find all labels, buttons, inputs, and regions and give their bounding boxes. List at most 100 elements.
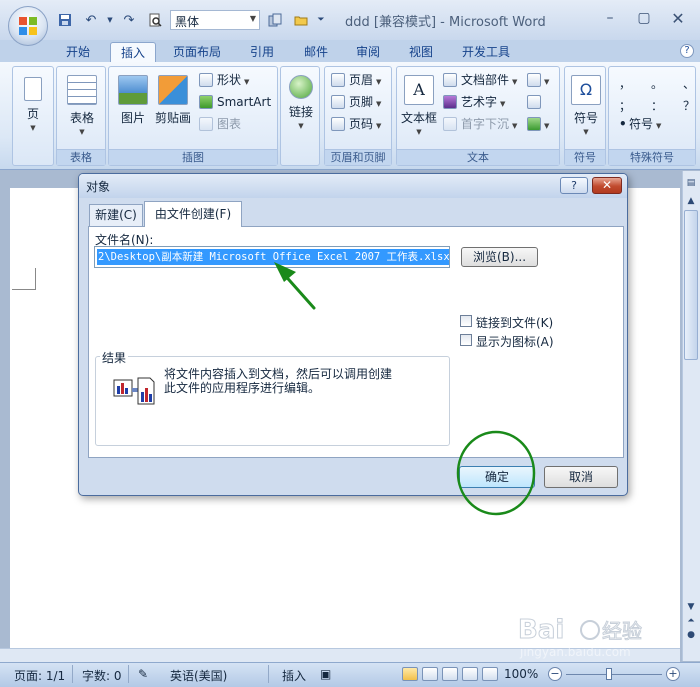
filename-input[interactable]: 2\Desktop\副本新建 Microsoft Office Excel 20… <box>94 246 450 268</box>
customize-qat-icon[interactable]: ⏷ <box>316 10 326 30</box>
chart-button[interactable]: 图表 <box>197 115 241 133</box>
dropcap-button[interactable]: 首字下沉 ▼ <box>441 115 517 133</box>
smartart-button[interactable]: SmartArt <box>197 93 271 111</box>
symbol-semicolon[interactable]: ； <box>619 97 631 114</box>
dropdown-arrow-icon[interactable]: ▼ <box>106 10 114 30</box>
zoom-out-icon[interactable]: − <box>548 667 562 681</box>
zoom-slider-track[interactable] <box>566 674 662 675</box>
header-button-label: 页眉 <box>349 73 374 87</box>
tab-references[interactable]: 引用 <box>240 42 284 62</box>
symbol-colon[interactable]: ： <box>651 97 663 114</box>
undo-icon[interactable]: ↶ <box>80 10 102 30</box>
datetime-button[interactable] <box>525 93 541 111</box>
status-words[interactable]: 字数: 0 <box>82 667 122 684</box>
dialog-help-button[interactable]: ? <box>560 177 588 194</box>
display-as-icon-checkbox[interactable] <box>460 334 472 346</box>
tab-review[interactable]: 审阅 <box>346 42 390 62</box>
open-folder-icon[interactable] <box>290 10 312 30</box>
object-button[interactable]: ▼ <box>525 115 549 133</box>
bullet-icon: • <box>619 117 627 131</box>
group-label-text: 文本 <box>397 149 559 165</box>
ruler-toggle-icon[interactable]: ▤ <box>684 176 698 190</box>
picture-icon <box>118 75 148 105</box>
vertical-scroll-thumb[interactable] <box>684 210 698 360</box>
minimize-icon[interactable]: – <box>598 8 622 28</box>
display-as-icon-label[interactable]: 显示为图标(A) <box>476 333 554 350</box>
page-number-button[interactable]: 页码 ▼ <box>329 115 381 133</box>
status-language[interactable]: 英语(美国) <box>170 667 227 684</box>
pages-button[interactable]: 页 ▼ <box>17 77 49 132</box>
tab-mailings[interactable]: 邮件 <box>294 42 338 62</box>
help-icon[interactable]: ? <box>680 44 694 58</box>
chevron-down-icon: ▼ <box>30 124 36 132</box>
chevron-down-icon: ▼ <box>512 78 518 86</box>
more-symbols-button[interactable]: • 符号 ▼ <box>619 115 661 133</box>
redo-icon[interactable]: ↷ <box>118 10 140 30</box>
maximize-icon[interactable]: ▢ <box>632 8 656 28</box>
symbol-period[interactable]: 。 <box>651 75 663 92</box>
tab-developer[interactable]: 开发工具 <box>452 42 520 62</box>
chevron-down-icon: ▼ <box>583 128 589 136</box>
window-controls: – ▢ ✕ <box>598 8 690 28</box>
links-button[interactable]: 链接 ▼ <box>283 75 319 130</box>
links-button-label: 链接 <box>288 105 313 119</box>
special-symbols-row2: ； ： ？ <box>619 97 695 114</box>
close-icon[interactable]: ✕ <box>666 8 690 28</box>
margin-corner-mark <box>12 268 36 290</box>
draft-view-icon[interactable] <box>482 667 498 681</box>
copy-icon[interactable] <box>264 10 286 30</box>
pages-button-label: 页 <box>26 107 39 121</box>
cancel-button[interactable]: 取消 <box>544 466 618 488</box>
tab-page-layout[interactable]: 页面布局 <box>163 42 231 62</box>
symbol-enumeration-comma[interactable]: 、 <box>683 75 695 92</box>
chevron-down-icon: ▼ <box>416 128 422 136</box>
table-icon <box>67 75 97 105</box>
special-symbols-row1: ， 。 、 <box>619 75 695 92</box>
clipart-button[interactable]: 剪贴画 <box>153 75 193 126</box>
quickparts-button[interactable]: 文档部件 ▼ <box>441 71 517 89</box>
full-screen-reading-icon[interactable] <box>422 667 438 681</box>
tab-create-new[interactable]: 新建(C) <box>89 204 143 226</box>
print-layout-view-icon[interactable] <box>402 667 418 681</box>
status-zoom[interactable]: 100% <box>504 667 538 681</box>
status-insert-mode[interactable]: 插入 <box>282 667 306 684</box>
link-to-file-label[interactable]: 链接到文件(K) <box>476 314 553 331</box>
zoom-in-icon[interactable]: + <box>666 667 680 681</box>
tab-view[interactable]: 视图 <box>399 42 443 62</box>
symbol-question[interactable]: ？ <box>683 97 695 114</box>
browse-button[interactable]: 浏览(B)... <box>461 247 538 267</box>
outline-view-icon[interactable] <box>462 667 478 681</box>
omega-icon: Ω <box>571 75 601 105</box>
dialog-title: 对象 <box>86 180 111 194</box>
save-icon[interactable] <box>54 10 76 30</box>
tab-create-from-file[interactable]: 由文件创建(F) <box>144 201 242 227</box>
textbox-button[interactable]: A 文本框 ▼ <box>399 75 439 136</box>
signature-line-button[interactable]: ▼ <box>525 71 549 89</box>
ok-button[interactable]: 确定 <box>459 466 535 488</box>
web-layout-icon[interactable] <box>442 667 458 681</box>
wordart-button[interactable]: 艺术字 ▼ <box>441 93 505 111</box>
proofing-icon[interactable]: ✎ <box>138 667 148 681</box>
macro-record-icon[interactable]: ▣ <box>320 667 331 681</box>
header-button[interactable]: 页眉 ▼ <box>329 71 381 89</box>
symbol-comma[interactable]: ， <box>619 75 631 92</box>
status-page[interactable]: 页面: 1/1 <box>14 667 65 684</box>
textbox-button-label: 文本框 <box>400 111 437 125</box>
ribbon-tab-row: 开始 插入 页面布局 引用 邮件 审阅 视图 开发工具 <box>0 40 700 62</box>
shapes-button[interactable]: 形状 ▼ <box>197 71 249 89</box>
zoom-slider-thumb[interactable] <box>606 668 612 680</box>
tab-home[interactable]: 开始 <box>56 42 100 62</box>
print-preview-icon[interactable] <box>144 10 166 30</box>
picture-button[interactable]: 图片 <box>115 75 151 126</box>
tab-insert[interactable]: 插入 <box>110 42 157 62</box>
font-name-combo[interactable]: 黑体 ▼ <box>170 10 260 30</box>
scroll-up-icon[interactable]: ▲ <box>684 194 698 208</box>
group-label-tables: 表格 <box>57 149 105 165</box>
footer-button[interactable]: 页脚 ▼ <box>329 93 381 111</box>
link-to-file-checkbox[interactable] <box>460 315 472 327</box>
dialog-title-bar[interactable] <box>79 174 627 198</box>
dialog-close-icon[interactable]: ✕ <box>592 177 622 194</box>
office-button[interactable] <box>8 6 48 46</box>
table-button[interactable]: 表格 ▼ <box>63 75 101 136</box>
symbol-button[interactable]: Ω 符号 ▼ <box>567 75 605 136</box>
